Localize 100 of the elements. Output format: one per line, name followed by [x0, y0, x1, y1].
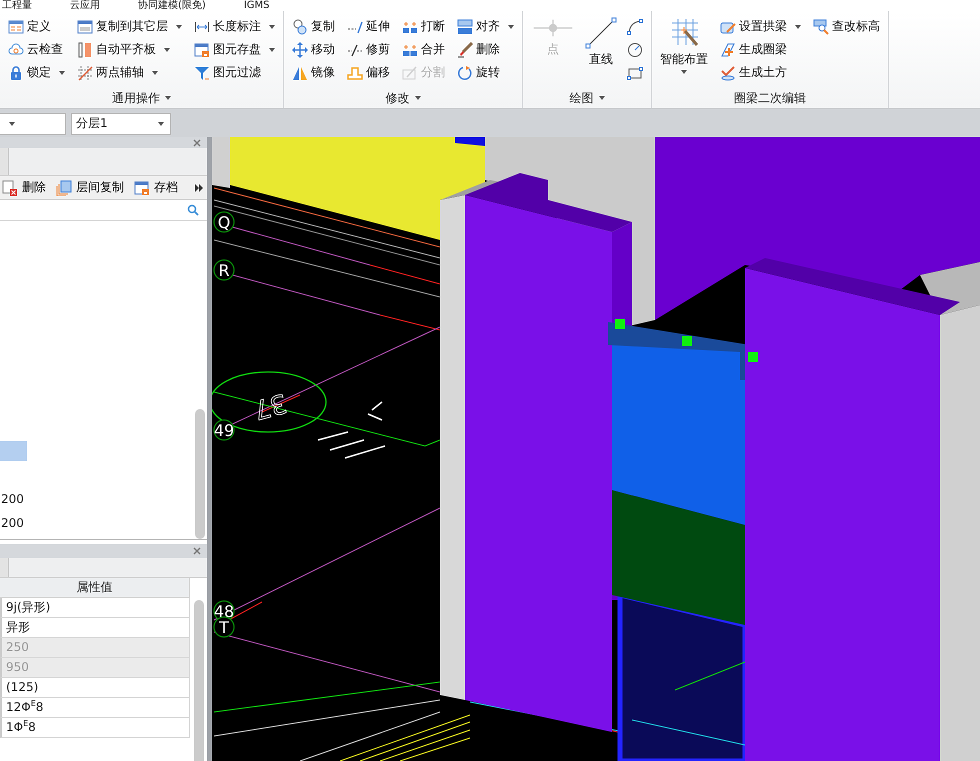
ribbon-button[interactable]: 图元存盘 — [192, 40, 277, 59]
draw-tool-button[interactable] — [625, 18, 645, 36]
caret-icon — [164, 48, 170, 52]
close-icon[interactable] — [193, 547, 201, 555]
ribbon-button[interactable]: 延伸 — [345, 17, 392, 36]
axis-marker: T — [213, 616, 235, 638]
window-icon — [77, 18, 93, 34]
panel-tab[interactable] — [0, 148, 9, 175]
ribbon-button[interactable]: 旋转 — [455, 63, 516, 82]
ribbon-large-button[interactable]: 智能布置 — [658, 15, 710, 75]
ribbon-large-button[interactable]: 直线 — [581, 15, 621, 69]
group-title[interactable]: 通用操作 — [112, 90, 171, 106]
ribbon-button[interactable]: 查改标高 — [811, 17, 882, 36]
filter-icon — [194, 64, 210, 80]
beam-edge — [455, 137, 485, 146]
ribbon-button[interactable]: 复制到其它层 — [75, 17, 184, 36]
menu-item[interactable]: 工程量 — [2, 0, 32, 11]
caret-icon — [508, 24, 514, 28]
ribbon-button[interactable]: 合并 — [400, 40, 447, 59]
line-icon — [585, 17, 617, 49]
ribbon-button[interactable]: 偏移 — [345, 63, 392, 82]
scrollbar[interactable] — [194, 600, 204, 761]
splitter[interactable] — [207, 137, 212, 761]
ribbon-button[interactable]: 删除 — [455, 40, 516, 59]
copy-icon — [292, 18, 308, 34]
caret-icon — [598, 96, 604, 100]
grip-handle[interactable] — [615, 319, 625, 329]
ribbon-button[interactable]: 对齐 — [455, 17, 516, 36]
circle-icon — [627, 42, 643, 58]
panel-toolbar-button[interactable]: 存档 — [132, 179, 180, 196]
ribbon-button[interactable]: 镜像 — [290, 63, 337, 82]
checkmark-icon — [720, 64, 736, 80]
ribbon-button[interactable]: 移动 — [290, 40, 337, 59]
ribbon-button[interactable]: 复制 — [290, 17, 337, 36]
list-row[interactable]: 200 — [0, 487, 195, 511]
axis-marker: R — [213, 259, 235, 281]
caret-icon — [176, 24, 182, 28]
copy-layer-icon — [56, 180, 72, 196]
caret-icon — [152, 70, 158, 74]
search-icon — [187, 204, 199, 216]
ribbon-button[interactable]: 自动平齐板 — [75, 40, 184, 59]
caret-icon — [59, 70, 65, 74]
ribbon-button[interactable]: 生成圈梁 — [718, 40, 803, 59]
rotate-icon — [457, 64, 473, 80]
beam-sparkle-icon — [720, 42, 736, 58]
move-icon — [292, 42, 308, 58]
list-row[interactable] — [0, 441, 27, 461]
panel-tab[interactable] — [0, 558, 9, 577]
ribbon-button[interactable]: 打断 — [400, 17, 447, 36]
ribbon-button[interactable]: 云检查 — [6, 40, 67, 59]
cad-annotation: 37 — [250, 386, 290, 424]
offset-icon — [347, 64, 363, 80]
save-icon — [194, 42, 210, 58]
ribbon-button[interactable]: 设置拱梁 — [718, 17, 803, 36]
list-row[interactable]: 200 — [0, 511, 195, 535]
group-title: 圈梁二次编辑 — [734, 90, 806, 106]
ribbon-button[interactable]: 锁定 — [6, 63, 67, 82]
panel-toolbar-button[interactable]: 删除 — [0, 179, 48, 196]
caret-icon — [269, 24, 275, 28]
brush-icon — [457, 42, 473, 58]
group-title[interactable]: 修改 — [386, 90, 420, 106]
draw-tool-button[interactable] — [625, 40, 645, 58]
grid-line-icon — [77, 64, 93, 80]
caret-icon — [414, 96, 420, 100]
more-icon — [195, 184, 203, 192]
lock-icon — [8, 64, 24, 80]
menu-item[interactable]: 协同建模(限免) — [138, 0, 206, 11]
delete-icon — [2, 180, 18, 196]
pen-frame-icon — [402, 64, 418, 80]
caret-icon — [165, 96, 171, 100]
dropdown[interactable] — [0, 112, 66, 134]
axis-marker: Q — [213, 211, 235, 233]
caret-icon — [158, 122, 164, 126]
layer-dropdown[interactable]: 分层1 — [71, 112, 171, 134]
group-title[interactable]: 绘图 — [570, 90, 604, 106]
form-icon — [8, 18, 24, 34]
ribbon-button[interactable]: 生成土方 — [718, 63, 803, 82]
property-value-cell[interactable]: (125) — [0, 678, 190, 698]
mirror-icon — [292, 64, 308, 80]
property-value-cell[interactable]: 12Φ$^{E}$8 — [0, 698, 190, 718]
menu-item[interactable]: IGMS — [244, 0, 270, 11]
grip-handle[interactable] — [748, 352, 758, 362]
panel-toolbar-button[interactable]: 层间复制 — [54, 179, 126, 196]
axis-marker: 49 — [213, 419, 235, 441]
caret-icon — [795, 24, 801, 28]
ribbon-button[interactable]: 两点辅轴 — [75, 63, 184, 82]
close-icon[interactable] — [193, 138, 201, 146]
arc-icon — [627, 18, 643, 34]
ribbon-button[interactable]: 长度标注 — [192, 17, 277, 36]
grip-handle[interactable] — [682, 336, 692, 346]
crosshair-icon — [531, 17, 575, 39]
ribbon-button[interactable]: 定义 — [6, 17, 67, 36]
ribbon-button[interactable]: 修剪 — [345, 40, 392, 59]
caret-icon — [269, 48, 275, 52]
property-value-cell[interactable]: 1Φ$^{E}$8 — [0, 718, 190, 738]
ribbon-button[interactable]: 图元过滤 — [192, 63, 277, 82]
property-value-cell[interactable]: 9j(异形) — [0, 598, 190, 618]
rectangle-icon — [627, 64, 643, 80]
column-header: 属性值 — [0, 578, 190, 598]
align-icon — [457, 18, 473, 34]
